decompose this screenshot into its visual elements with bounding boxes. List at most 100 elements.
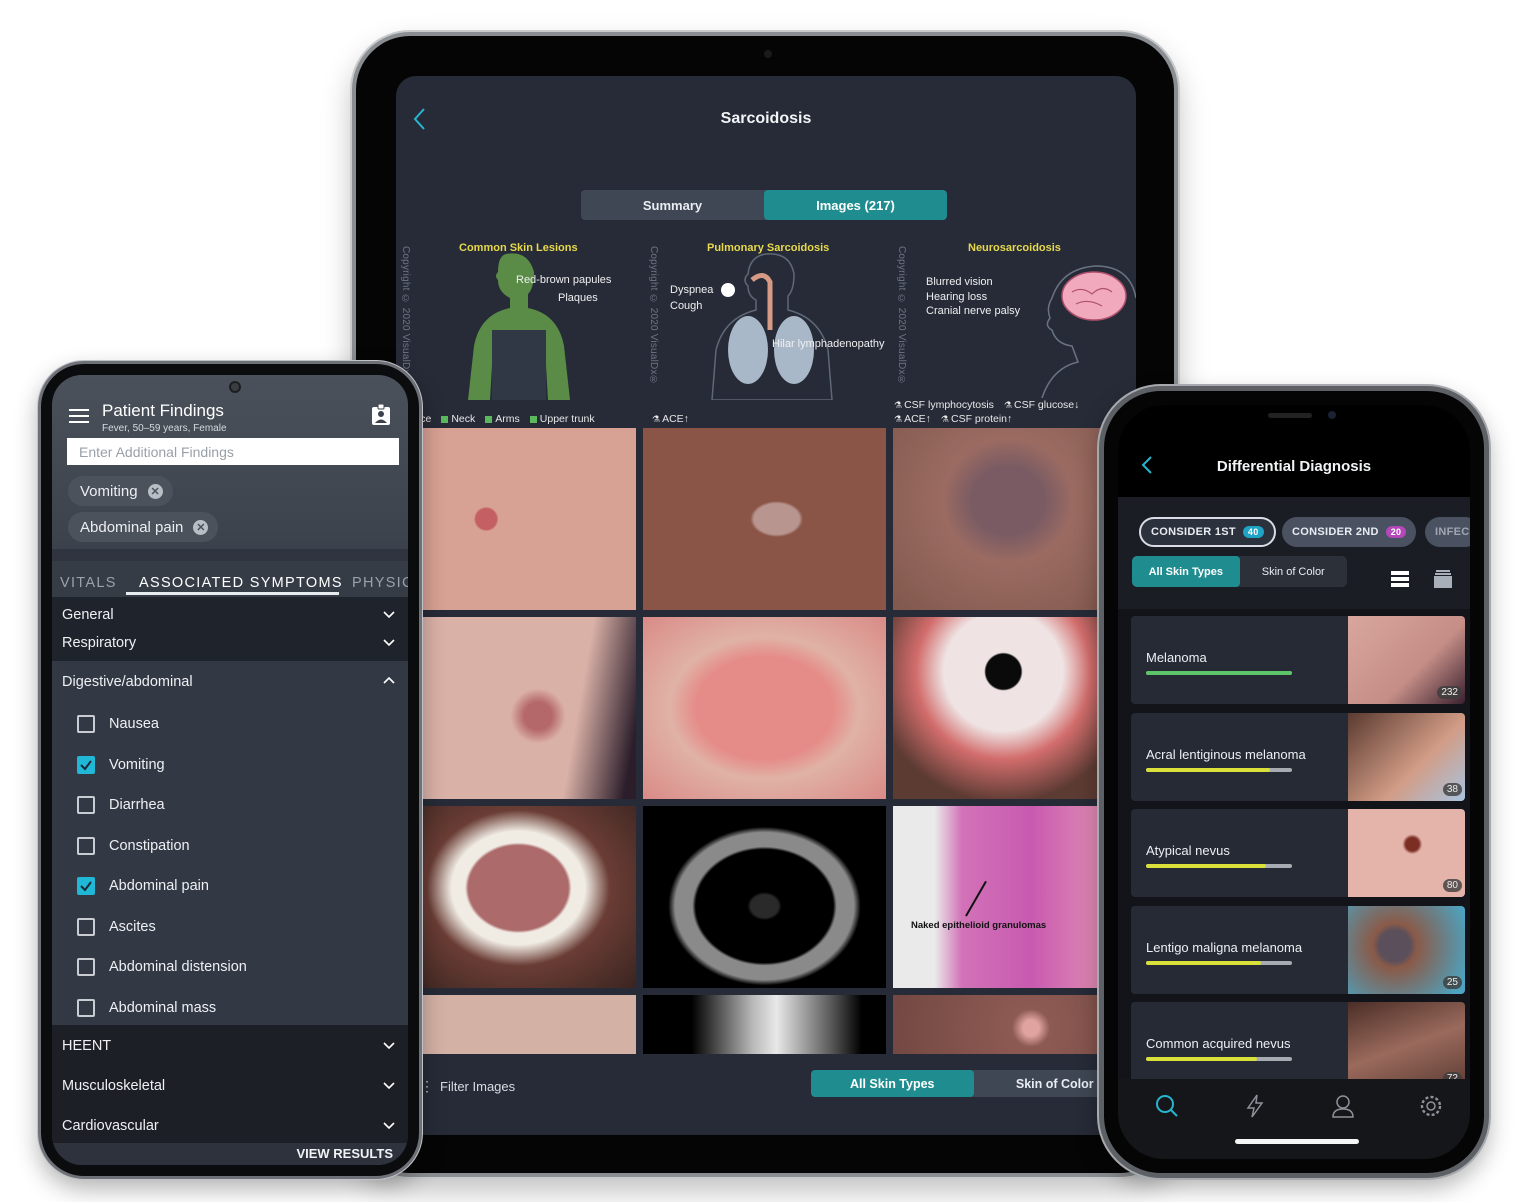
chip-label: Abdominal pain <box>80 518 184 536</box>
consider-2nd-pill[interactable]: CONSIDER 2ND 20 <box>1282 517 1417 547</box>
diagram-label: Cough <box>670 300 703 312</box>
chevron-down-icon <box>383 1082 395 1090</box>
checkbox-checked[interactable] <box>77 877 95 895</box>
accordion-label: Musculoskeletal <box>62 1078 166 1094</box>
symptom-checkbox-row[interactable]: Vomiting <box>77 755 165 774</box>
symptom-label: Abdominal distension <box>109 959 247 975</box>
accordion-heent[interactable]: HEENT <box>52 1038 408 1054</box>
diagnosis-image-thumbnail[interactable]: 38 <box>1348 712 1465 801</box>
android-screen: Patient Findings Fever, 50–59 years, Fem… <box>52 375 408 1165</box>
lab-test: ⚗ CSF glucose↓ <box>1003 399 1080 411</box>
checkbox-checked[interactable] <box>77 755 95 774</box>
tab-associated-symptoms[interactable]: ASSOCIATED SYMPTOMS <box>139 575 343 591</box>
card-view-icon[interactable] <box>1433 569 1453 589</box>
tab-vitals[interactable]: VITALS <box>60 575 117 591</box>
remove-chip-icon[interactable]: ✕ <box>147 483 163 499</box>
diagram-labs: ⚗ CSF lymphocytosis ⚗ CSF glucose↓ <box>894 399 1079 411</box>
remove-chip-icon[interactable]: ✕ <box>193 519 209 535</box>
camera-icon <box>229 381 241 393</box>
hamburger-menu-icon[interactable] <box>69 409 89 425</box>
checkbox-unchecked[interactable] <box>77 958 95 976</box>
diagnosis-image-thumbnail[interactable]: 72 <box>1348 1002 1465 1079</box>
diagram-legend: Face Neck Arms Upper trunk <box>408 413 595 425</box>
accordion-musculoskeletal[interactable]: Musculoskeletal <box>52 1078 408 1094</box>
filter-images-label: Filter Images <box>440 1079 516 1094</box>
infectious-pill[interactable]: INFEC <box>1425 517 1470 547</box>
all-skin-types-tab[interactable]: All Skin Types <box>811 1070 974 1097</box>
accordion-digestive[interactable]: Digestive/abdominal <box>52 674 408 690</box>
differential-list: Melanoma 232 Acral lentiginous melanoma 38 A… <box>1118 609 1470 1079</box>
diagnosis-card[interactable]: Common acquired nevus 72 <box>1131 1002 1465 1079</box>
image-grid: Naked epithelioid granulomas <box>422 428 1136 1114</box>
diagram-pulmonary[interactable]: Copyright © 2020 VisualDx® Pulmonary Sar… <box>644 236 892 432</box>
clinical-image-thumbnail[interactable] <box>893 428 1123 610</box>
image-count-badge: 232 <box>1437 686 1462 699</box>
accordion-cardiovascular[interactable]: Cardiovascular <box>52 1118 408 1134</box>
diagnosis-name: Melanoma <box>1146 650 1207 665</box>
profile-icon[interactable] <box>1330 1093 1356 1119</box>
skin-type-toggle: All Skin Types Skin of Color <box>1132 556 1347 587</box>
diagram-neuro[interactable]: Copyright © 2020 VisualDx® Neurosarcoido… <box>892 236 1136 432</box>
lightning-icon[interactable] <box>1242 1093 1268 1119</box>
image-count-badge: 25 <box>1442 975 1462 989</box>
filter-images-button[interactable]: ⋮ Filter Images <box>420 1078 515 1095</box>
clinical-image-thumbnail[interactable] <box>893 617 1123 799</box>
tab-images[interactable]: Images (217) <box>764 190 947 220</box>
consider-1st-pill[interactable]: CONSIDER 1ST 40 <box>1139 517 1276 547</box>
lungs-illustration-icon <box>711 253 833 400</box>
ct-scan-thumbnail[interactable] <box>643 806 886 988</box>
checkbox-unchecked[interactable] <box>77 917 95 936</box>
diagnosis-name: Lentigo maligna melanoma <box>1146 939 1303 955</box>
diagnosis-image-thumbnail[interactable]: 232 <box>1348 616 1465 704</box>
checkbox-unchecked[interactable] <box>77 796 95 814</box>
likelihood-bar <box>1146 864 1292 868</box>
home-indicator[interactable] <box>1235 1139 1359 1144</box>
tab-physical[interactable]: PHYSICAL <box>352 575 408 591</box>
likelihood-bar-fill <box>1146 1057 1257 1061</box>
page-title: Sarcoidosis <box>720 110 812 127</box>
all-skin-types-tab[interactable]: All Skin Types <box>1132 556 1240 587</box>
clinical-image-thumbnail[interactable] <box>422 428 636 610</box>
clinical-image-thumbnail[interactable] <box>422 806 636 988</box>
clinical-image-thumbnail[interactable] <box>643 617 886 799</box>
diagram-skin-lesions[interactable]: Copyright © 2020 VisualDx® Common Skin L… <box>396 236 644 432</box>
clinical-image-thumbnail[interactable] <box>422 617 636 799</box>
diagnosis-card[interactable]: Acral lentiginous melanoma 38 <box>1131 712 1465 801</box>
list-view-icon[interactable] <box>1390 569 1410 589</box>
additional-findings-input[interactable] <box>67 438 399 465</box>
search-icon[interactable] <box>1154 1093 1180 1119</box>
diagnosis-card[interactable]: Melanoma 232 <box>1131 616 1465 704</box>
symptom-checkbox-row[interactable]: Diarrhea <box>77 796 165 814</box>
symptom-checkbox-row[interactable]: Abdominal distension <box>77 958 247 976</box>
checkbox-unchecked[interactable] <box>77 836 95 855</box>
accordion-label: Respiratory <box>62 635 137 651</box>
clinical-image-thumbnail[interactable] <box>643 428 886 610</box>
skin-of-color-tab[interactable]: Skin of Color <box>1240 556 1348 587</box>
symptom-checkbox-row[interactable]: Abdominal pain <box>77 877 209 895</box>
diagnosis-image-thumbnail[interactable]: 25 <box>1348 905 1465 994</box>
image-count-badge: 38 <box>1442 782 1462 796</box>
diagram-strip: Copyright © 2020 VisualDx® Common Skin L… <box>396 236 1136 432</box>
diagnosis-name: Common acquired nevus <box>1146 1036 1291 1051</box>
tab-summary[interactable]: Summary <box>581 190 764 220</box>
symptom-checkbox-row[interactable]: Abdominal mass <box>77 998 216 1017</box>
symptom-label: Diarrhea <box>109 797 165 813</box>
bottom-tab-bar <box>1118 1079 1470 1159</box>
checkbox-unchecked[interactable] <box>77 715 95 733</box>
lab-test: ⚗ ACE↑ <box>652 413 689 425</box>
accordion-respiratory[interactable]: Respiratory <box>52 635 408 651</box>
clipboard-patient-icon[interactable] <box>371 404 391 426</box>
checkbox-unchecked[interactable] <box>77 998 95 1017</box>
diagnosis-card[interactable]: Atypical nevus 80 <box>1131 809 1465 897</box>
histology-thumbnail[interactable]: Naked epithelioid granulomas <box>893 806 1123 988</box>
expanded-section-digestive: Digestive/abdominal Nausea Vomiting Diarrh… <box>52 661 408 1025</box>
diagnosis-name: Atypical nevus <box>1146 843 1230 858</box>
diagnosis-card[interactable]: Lentigo maligna melanoma 25 <box>1131 905 1465 994</box>
symptom-checkbox-row[interactable]: Ascites <box>77 917 156 936</box>
symptom-checkbox-row[interactable]: Constipation <box>77 836 190 855</box>
view-results-button[interactable]: VIEW RESULTS <box>296 1146 393 1161</box>
diagnosis-image-thumbnail[interactable]: 80 <box>1348 809 1465 897</box>
symptom-checkbox-row[interactable]: Nausea <box>77 715 159 733</box>
accordion-general[interactable]: General <box>52 607 408 623</box>
settings-gear-icon[interactable] <box>1418 1093 1444 1119</box>
